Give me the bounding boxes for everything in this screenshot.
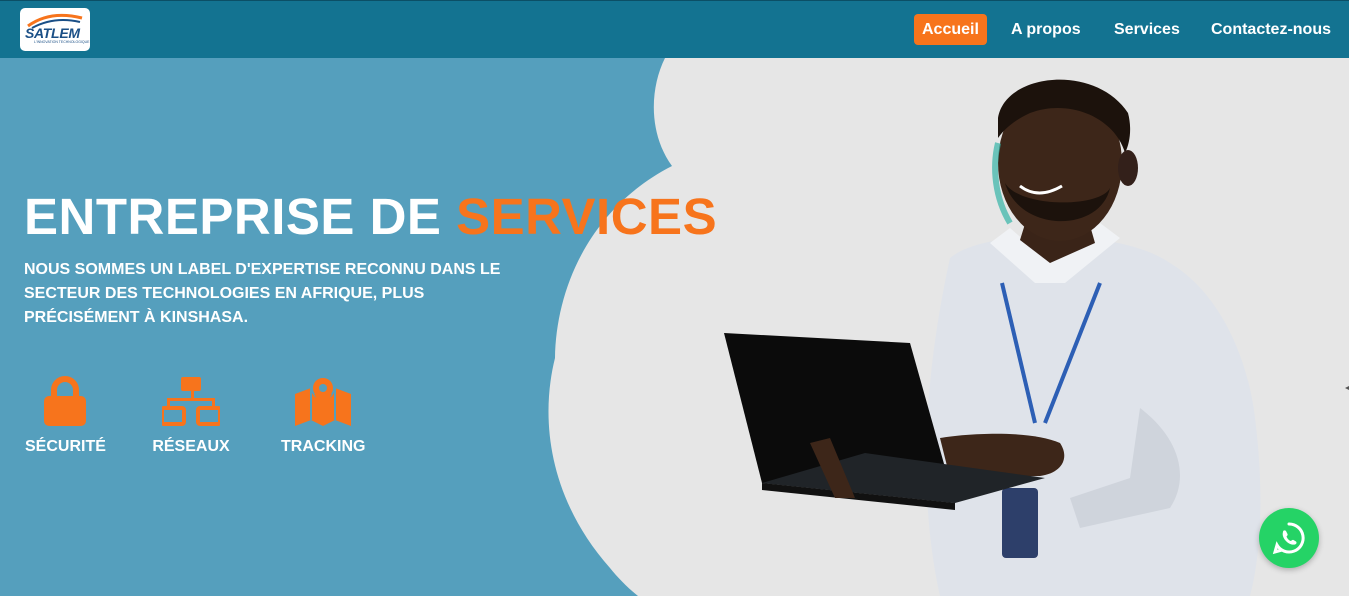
- nav-item-a-propos[interactable]: A propos: [1011, 14, 1081, 45]
- hero-title: ENTREPRISE DE SERVICES: [24, 189, 717, 245]
- feature-tracking[interactable]: TRACKING: [281, 376, 365, 456]
- whatsapp-button[interactable]: [1259, 508, 1319, 568]
- nav-item-accueil[interactable]: Accueil: [914, 14, 987, 45]
- nav-item-contactez-nous[interactable]: Contactez-nous: [1211, 14, 1331, 45]
- lock-icon: [44, 376, 86, 426]
- map-pin-icon: [295, 376, 351, 426]
- hero-section: ENTREPRISE DE SERVICES NOUS SOMMES UN LA…: [0, 58, 1349, 596]
- feature-label: TRACKING: [281, 438, 366, 455]
- nav-item-services[interactable]: Services: [1114, 14, 1180, 45]
- whatsapp-icon: [1272, 522, 1305, 555]
- logo-tagline: L'INNOVATION TECHNOLOGIQUE: [34, 40, 90, 44]
- person-with-laptop-image: [724, 79, 1349, 596]
- logo-text: SATLEM: [25, 25, 80, 41]
- hero-title-main: ENTREPRISE DE: [24, 188, 457, 245]
- network-icon: [162, 377, 220, 426]
- feature-label: SÉCURITÉ: [25, 438, 106, 455]
- top-navbar: SATLEM L'INNOVATION TECHNOLOGIQUE Accuei…: [0, 0, 1349, 58]
- feature-securite[interactable]: SÉCURITÉ: [25, 376, 106, 456]
- hero-title-accent: SERVICES: [456, 188, 718, 245]
- satlem-logo[interactable]: SATLEM L'INNOVATION TECHNOLOGIQUE: [20, 8, 90, 51]
- hero-subtitle: NOUS SOMMES UN LABEL D'EXPERTISE RECONNU…: [24, 261, 501, 326]
- feature-reseaux[interactable]: RÉSEAUX: [151, 376, 231, 456]
- feature-label: RÉSEAUX: [152, 438, 230, 455]
